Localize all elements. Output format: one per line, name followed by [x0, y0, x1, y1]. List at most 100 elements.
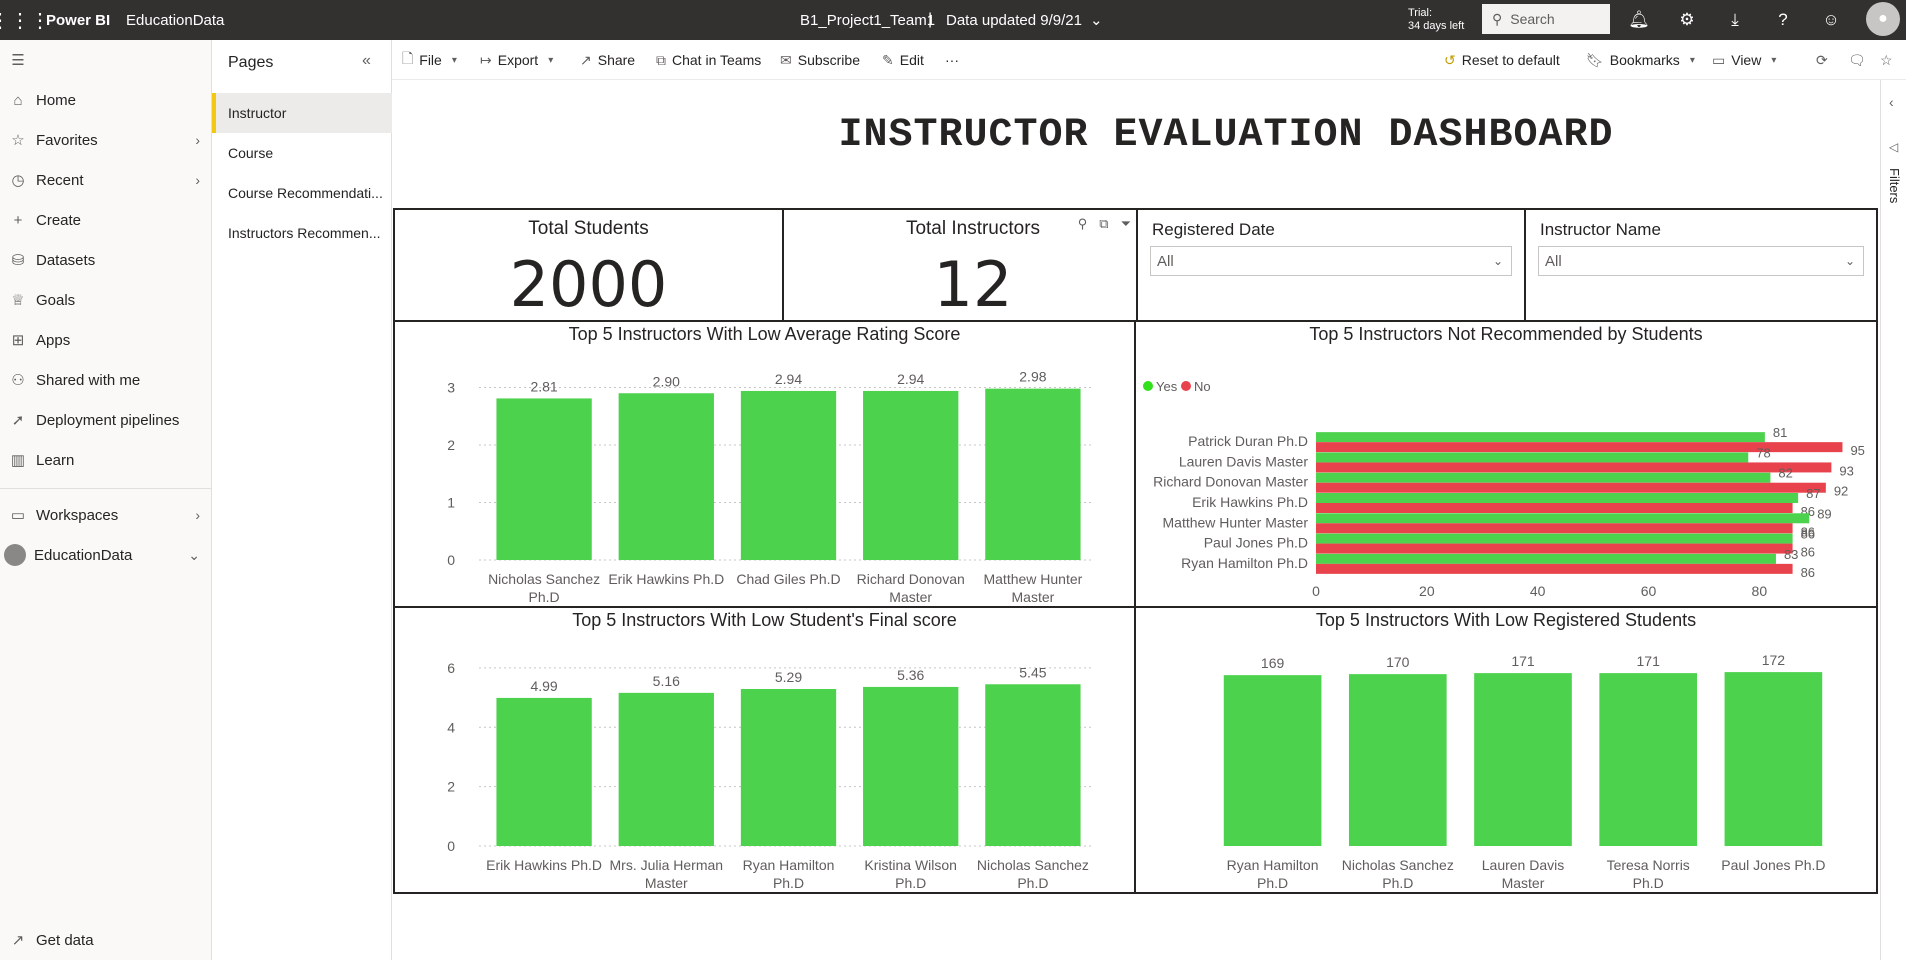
more-options-button[interactable]: ···: [945, 40, 959, 80]
y-tick-label: 0: [447, 838, 455, 854]
nav-item-workspaces[interactable]: ▭ Workspaces ›: [0, 497, 212, 533]
bar-no: [1316, 563, 1793, 574]
chart-plot-area: 169 Ryan Hamilton Ph.D 170 Nicholas Sanchez P…: [1223, 652, 1826, 891]
data-label: 5.16: [653, 673, 680, 689]
user-avatar-icon[interactable]: ●: [1866, 2, 1900, 36]
registered-date-dropdown[interactable]: All ⌄: [1150, 246, 1512, 276]
y-category-label: Paul Jones Ph.D: [1204, 535, 1308, 551]
y-tick-label: 0: [447, 552, 455, 568]
kpi-value: 2000: [509, 248, 668, 321]
kpi-total-students[interactable]: Total Students 2000: [393, 208, 784, 324]
brand-name[interactable]: Power BI: [46, 0, 110, 40]
workspace-name[interactable]: EducationData: [126, 0, 224, 40]
bookmarks-menu[interactable]: 🔖︎ Bookmarks ▾: [1586, 40, 1695, 80]
data-updated-label: Data updated 9/9/21: [946, 11, 1082, 29]
chat-in-teams-button[interactable]: ⧉ Chat in Teams: [656, 40, 761, 80]
edit-button[interactable]: ✎ Edit: [882, 40, 924, 80]
x-tick-label: 20: [1419, 583, 1435, 599]
data-label: 2.94: [775, 371, 802, 387]
bar-yes: [1316, 432, 1765, 443]
rocket-icon: ➚: [11, 412, 25, 429]
view-label: View: [1731, 52, 1762, 68]
home-icon: ⌂: [13, 91, 23, 109]
app-launcher-icon[interactable]: ⋮⋮⋮: [0, 0, 50, 40]
subscribe-button[interactable]: ✉ Subscribe: [780, 40, 860, 80]
chevron-right-icon: ›: [195, 507, 200, 523]
nav-item-label: Favorites: [36, 131, 98, 149]
collapse-pages-icon[interactable]: «: [362, 52, 371, 70]
top-bar: ⋮⋮⋮ Power BI EducationData B1_Project1_T…: [0, 0, 1906, 40]
nav-item-apps[interactable]: ⊞ Apps: [0, 322, 212, 358]
nav-toggle-button[interactable]: ☰: [0, 42, 212, 78]
help-icon[interactable]: ?: [1768, 0, 1798, 40]
bar: [496, 697, 592, 846]
refresh-icon[interactable]: ⟳: [1816, 40, 1828, 80]
chevron-down-icon: ▾: [451, 54, 457, 66]
nav-item-deployment-pipelines[interactable]: ➚ Deployment pipelines: [0, 402, 212, 438]
copy-icon[interactable]: ⧉: [1099, 216, 1108, 232]
y-category-label: Patrick Duran Ph.D: [1188, 433, 1308, 449]
view-menu[interactable]: ▭ View ▾: [1712, 40, 1776, 80]
chart-low-final-score[interactable]: Top 5 Instructors With Low Student's Fin…: [393, 606, 1136, 894]
chart-low-average-rating[interactable]: Top 5 Instructors With Low Average Ratin…: [393, 320, 1136, 608]
share-icon: ↗: [580, 51, 592, 68]
nav-item-favorites[interactable]: ☆ Favorites ›: [0, 122, 212, 158]
filters-label[interactable]: Filters: [1887, 168, 1902, 203]
nav-item-learn[interactable]: ▥ Learn: [0, 442, 212, 478]
x-tick-label: 60: [1641, 583, 1657, 599]
chevron-left-icon[interactable]: ‹: [1889, 94, 1894, 110]
data-label: 169: [1261, 655, 1285, 671]
database-icon: ⛁: [11, 252, 25, 269]
notifications-icon[interactable]: 🔔︎: [1624, 0, 1654, 40]
nav-item-label: Apps: [36, 331, 71, 349]
workspaces-icon: ▭: [10, 507, 26, 524]
data-label: 2.81: [530, 378, 557, 394]
filter-icon[interactable]: ⏷: [1121, 216, 1131, 232]
feedback-smiley-icon[interactable]: ☺: [1816, 0, 1846, 40]
page-item-course[interactable]: Course: [212, 133, 392, 173]
nav-item-educationdata[interactable]: EducationData ⌄: [0, 537, 212, 573]
nav-item-get-data[interactable]: ↗ Get data: [0, 922, 212, 958]
instructor-name-dropdown[interactable]: All ⌄: [1538, 246, 1864, 276]
data-updated-dropdown[interactable]: Data updated 9/9/21 ⌄: [946, 0, 1103, 40]
chevron-down-icon: ⌄: [188, 546, 200, 563]
nav-item-datasets[interactable]: ⛁ Datasets: [0, 242, 212, 278]
share-button[interactable]: ↗ Share: [580, 40, 635, 80]
data-label: 172: [1762, 652, 1786, 668]
dashboard-title: INSTRUCTOR EVALUATION DASHBOARD: [838, 113, 1614, 158]
chart-title: Top 5 Instructors Not Recommended by Stu…: [1309, 324, 1703, 344]
nav-item-home[interactable]: ⌂ Home: [0, 82, 212, 118]
y-tick-label: 6: [447, 660, 455, 676]
reset-to-default-button[interactable]: ↺ Reset to default: [1444, 40, 1560, 80]
bar: [740, 390, 837, 560]
nav-item-shared-with-me[interactable]: ⚇ Shared with me: [0, 362, 212, 398]
favorite-star-icon[interactable]: ☆: [1880, 40, 1893, 80]
nav-item-goals[interactable]: ♕ Goals: [0, 282, 212, 318]
nav-item-recent[interactable]: ◷ Recent ›: [0, 162, 212, 198]
x-tick-label: Teresa Norris Ph.D: [1607, 857, 1690, 891]
page-item-instructors-recommendation[interactable]: Instructors Recommen...: [212, 213, 392, 253]
subscribe-label: Subscribe: [797, 52, 860, 68]
chart-not-recommended[interactable]: Top 5 Instructors Not Recommended by Stu…: [1134, 320, 1878, 608]
data-label: 89: [1817, 506, 1831, 521]
file-menu[interactable]: 🗋︎ File ▾: [402, 40, 457, 80]
slicer-instructor-name: Instructor Name All ⌄: [1524, 208, 1878, 324]
chevron-down-icon: ⌄: [1089, 12, 1103, 29]
export-menu[interactable]: ↦ Export ▾: [480, 40, 553, 80]
y-category-label: Richard Donovan Master: [1153, 474, 1308, 490]
chart-low-registered-students[interactable]: Top 5 Instructors With Low Registered St…: [1134, 606, 1878, 894]
pin-icon[interactable]: ⚲: [1078, 216, 1088, 232]
settings-gear-icon[interactable]: ⚙: [1672, 0, 1702, 40]
download-icon[interactable]: ⤓: [1720, 0, 1750, 40]
search-icon: ⚲: [1492, 10, 1503, 27]
page-item-instructor[interactable]: Instructor: [212, 93, 392, 133]
filters-pane-collapsed[interactable]: ‹ ◁ Filters: [1880, 80, 1906, 960]
kpi-total-instructors[interactable]: Total Instructors 12 ⚲ ⧉ ⏷ ⋯: [782, 208, 1164, 324]
nav-item-create[interactable]: + Create: [0, 202, 212, 238]
comment-icon[interactable]: 🗨︎: [1848, 40, 1866, 80]
search-box[interactable]: ⚲ Search: [1482, 4, 1610, 34]
page-item-course-recommendation[interactable]: Course Recommendati...: [212, 173, 392, 213]
trial-status[interactable]: Trial: 34 days left: [1408, 0, 1470, 40]
file-icon: 🗋︎: [402, 50, 414, 66]
bar-no: [1316, 462, 1832, 473]
